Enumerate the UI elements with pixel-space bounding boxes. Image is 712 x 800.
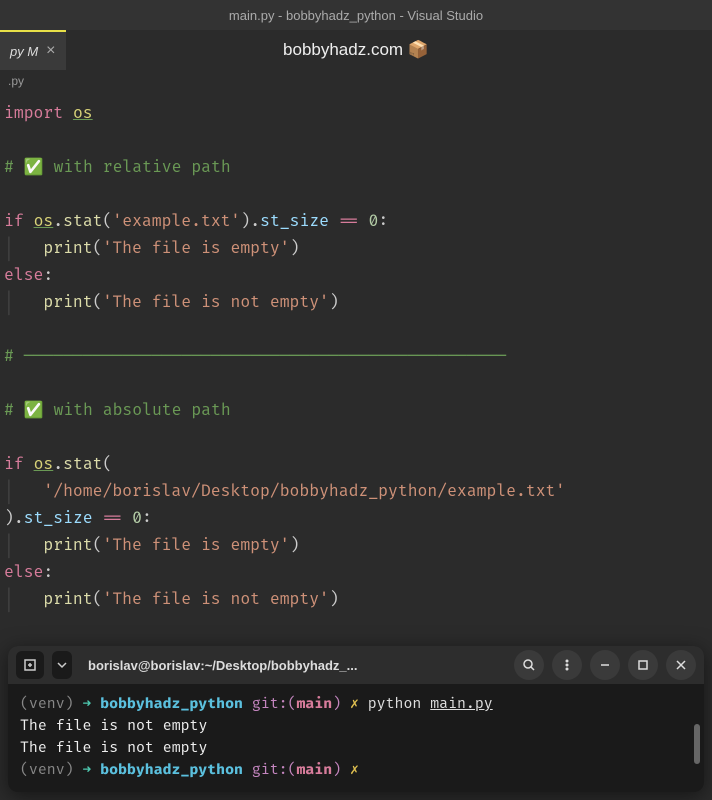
active-tab[interactable]: py M × [0,30,66,70]
watermark: bobbyhadz.com 📦 [283,40,429,60]
code-editor[interactable]: import os # ✅ with relative path if os.s… [0,92,712,621]
dropdown-button[interactable] [52,651,72,679]
title-bar: main.py - bobbyhadz_python - Visual Stud… [0,0,712,30]
window-title: main.py - bobbyhadz_python - Visual Stud… [229,8,483,23]
terminal-header: borislav@borislav:~/Desktop/bobbyhadz_..… [8,646,704,684]
tab-bar: py M × bobbyhadz.com 📦 [0,30,712,70]
minimize-button[interactable] [590,650,620,680]
close-button[interactable] [666,650,696,680]
terminal-title: borislav@borislav:~/Desktop/bobbyhadz_..… [80,658,506,673]
breadcrumb[interactable]: .py [0,70,712,92]
close-icon[interactable]: × [46,42,55,60]
terminal-window: borislav@borislav:~/Desktop/bobbyhadz_..… [8,646,704,792]
search-icon[interactable] [514,650,544,680]
scrollbar[interactable] [694,724,700,764]
new-tab-button[interactable] [16,651,44,679]
terminal-body[interactable]: (venv) ➜ bobbyhadz_python git:(main) ✗ p… [8,684,704,792]
terminal-output: The file is not empty [20,716,692,738]
maximize-button[interactable] [628,650,658,680]
menu-icon[interactable] [552,650,582,680]
terminal-output: The file is not empty [20,738,692,760]
tab-label: py M [10,44,38,59]
